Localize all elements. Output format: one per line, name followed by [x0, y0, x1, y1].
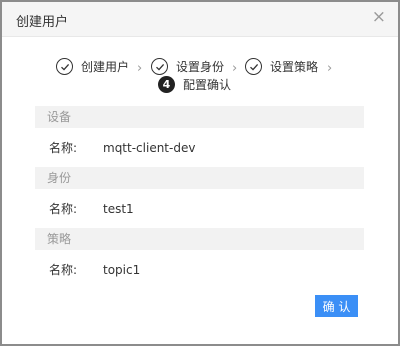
step-set-policy: 设置策略	[245, 58, 318, 75]
section-header-policy: 策略	[35, 228, 364, 250]
confirm-button[interactable]: 确 认	[315, 295, 358, 317]
policy-name-row: 名称: topic1	[49, 261, 140, 278]
policy-name-value: topic1	[103, 263, 141, 277]
identity-name-value: test1	[103, 202, 134, 216]
chevron-right-icon: ›	[137, 61, 143, 76]
device-name-value: mqtt-client-dev	[103, 141, 196, 155]
dialog-titlebar: 创建用户 ×	[2, 2, 398, 37]
device-name-row: 名称: mqtt-client-dev	[49, 139, 195, 156]
section-header-device: 设备	[35, 106, 364, 128]
step-label: 创建用户	[81, 60, 130, 74]
step-label: 设置身份	[176, 60, 225, 74]
chevron-right-icon: ›	[232, 61, 238, 76]
step-set-identity: 设置身份	[151, 58, 224, 75]
field-label: 名称:	[49, 202, 78, 216]
step-create-user: 创建用户	[56, 58, 129, 75]
close-icon[interactable]: ×	[372, 9, 386, 26]
section-header-identity: 身份	[35, 167, 364, 189]
step-confirm-config: 4 配置确认	[158, 76, 231, 93]
check-circle-icon	[151, 58, 168, 75]
step-number-badge: 4	[158, 76, 175, 93]
identity-name-row: 名称: test1	[49, 200, 134, 217]
field-label: 名称:	[49, 263, 78, 277]
step-label: 设置策略	[270, 60, 319, 74]
field-label: 名称:	[49, 141, 78, 155]
check-circle-icon	[56, 58, 73, 75]
check-circle-icon	[245, 58, 262, 75]
dialog-title: 创建用户	[16, 15, 69, 30]
chevron-right-icon: ›	[327, 61, 333, 76]
create-user-dialog: 创建用户 × 创建用户 › 设置身份 › 设置策略 › 4 配置确认 设备 名称…	[2, 2, 398, 344]
step-label: 配置确认	[183, 78, 232, 92]
